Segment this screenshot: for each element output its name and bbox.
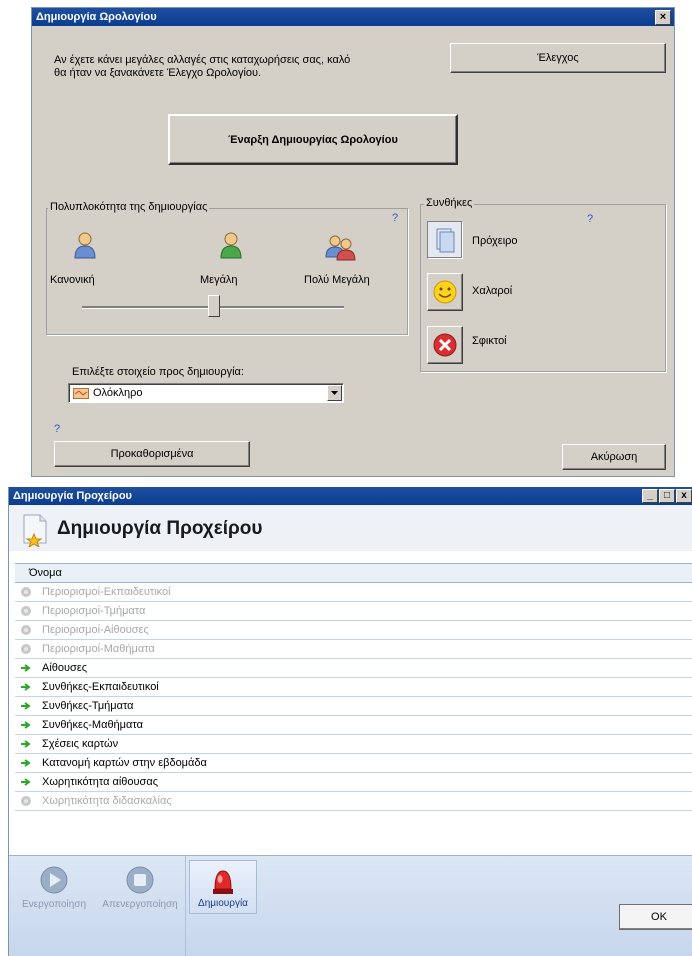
row-label: Συνθήκες-Τμήματα — [42, 700, 134, 712]
table-row[interactable]: Περιορισμοί-Τμήματα — [15, 602, 692, 621]
help-icon[interactable]: ? — [54, 423, 60, 435]
disabled-circle-icon — [21, 587, 31, 597]
select-element-label: Επιλέξτε στοιχείο προς δημιουργία: — [72, 366, 244, 378]
green-arrow-icon — [21, 740, 31, 748]
row-label: Κατανομή καρτών στην εβδομάδα — [42, 757, 207, 769]
ok-button[interactable]: OK — [619, 904, 692, 930]
element-select-value: Ολόκληρο — [93, 387, 143, 399]
smiley-icon — [433, 280, 457, 304]
create-label: Δημιουργία — [198, 898, 248, 909]
activate-label: Ενεργοποίηση — [21, 899, 87, 910]
row-label: Περιορισμοί-Εκπαιδευτικοί — [42, 586, 171, 598]
disabled-circle-icon — [21, 796, 31, 806]
window-controls: _ □ x — [642, 489, 692, 503]
complexity-normal-label: Κανονική — [50, 274, 95, 286]
row-label: Χωρητικότητα διδασκαλίας — [42, 795, 172, 807]
deactivate-label: Απενεργοποίηση — [102, 899, 178, 910]
schedule-creation-dialog: Δημιουργία Ωρολογίου × Αν έχετε κάνει με… — [31, 7, 675, 477]
green-arrow-icon — [21, 664, 31, 672]
green-arrow-icon — [21, 778, 31, 786]
steps-grid: Όνομα Περιορισμοί-Εκπαιδευτικοί Περιορισμ… — [15, 563, 692, 854]
disabled-circle-icon — [21, 606, 31, 616]
footer-toolbar: Ενεργοποίηση Απενεργοποίηση Δημιουργία O… — [9, 855, 692, 956]
table-row[interactable]: Αίθουσες — [15, 659, 692, 678]
info-text-line2: θα ήταν να ξανακάνετε Έλεγχο Ωρολογίου. — [54, 67, 262, 79]
complexity-large-label: Μεγάλη — [200, 274, 238, 286]
info-text-line1: Αν έχετε κάνει μεγάλες αλλαγές στις κατα… — [54, 54, 351, 66]
complexity-group-label: Πολυπλοκότητα της δημιουργίας — [48, 201, 210, 213]
strict-option-button[interactable] — [427, 326, 463, 364]
close-button[interactable]: x — [676, 489, 692, 503]
column-name-header[interactable]: Όνομα — [29, 564, 62, 582]
conditions-help-icon[interactable]: ? — [587, 213, 593, 225]
draft-option-button[interactable] — [427, 221, 463, 259]
new-document-icon — [23, 514, 47, 547]
conditions-group-label: Συνθήκες — [424, 197, 475, 209]
table-row[interactable]: Περιορισμοί-Εκπαιδευτικοί — [15, 583, 692, 602]
row-label: Αίθουσες — [42, 662, 88, 674]
row-label: Συνθήκες-Εκπαιδευτικοί — [42, 681, 159, 693]
user-large-icon[interactable] — [218, 231, 244, 259]
green-arrow-icon — [21, 721, 31, 729]
document-icon — [436, 228, 455, 253]
dialog-title: Δημιουργία Ωρολογίου — [32, 8, 674, 26]
grid-header: Όνομα — [15, 564, 692, 583]
header-area: Δημιουργία Προχείρου — [9, 505, 692, 551]
table-row[interactable]: Χωρητικότητα διδασκαλίας — [15, 792, 692, 811]
header-title: Δημιουργία Προχείρου — [57, 518, 263, 539]
window-title: Δημιουργία Προχείρου — [9, 487, 692, 505]
deactivate-button[interactable]: Απενεργοποίηση — [95, 864, 185, 910]
cancel-button[interactable]: Ακύρωση — [562, 444, 666, 470]
check-button[interactable]: Έλεγχος — [450, 43, 666, 73]
row-label: Σχέσεις καρτών — [42, 738, 119, 750]
complexity-slider-thumb[interactable] — [208, 295, 220, 317]
row-label: Περιορισμοί-Τμήματα — [42, 605, 146, 617]
table-row[interactable]: Περιορισμοί-Μαθήματα — [15, 640, 692, 659]
table-row[interactable]: Χωρητικότητα αίθουσας — [15, 773, 692, 792]
dropdown-arrow-button[interactable] — [327, 385, 342, 401]
table-row[interactable]: Κατανομή καρτών στην εβδομάδα — [15, 754, 692, 773]
minimize-button[interactable]: _ — [642, 489, 658, 503]
table-row[interactable]: Περιορισμοί-Αίθουσες — [15, 621, 692, 640]
complexity-help-icon[interactable]: ? — [392, 212, 398, 224]
row-label: Χωρητικότητα αίθουσας — [42, 776, 158, 788]
close-button[interactable]: × — [655, 10, 671, 25]
strict-option-label: Σφικτοί — [472, 335, 507, 347]
table-row[interactable]: Συνθήκες-Εκπαιδευτικοί — [15, 678, 692, 697]
user-normal-icon[interactable] — [72, 231, 98, 259]
green-arrow-icon — [21, 702, 31, 710]
green-arrow-icon — [21, 683, 31, 691]
create-button[interactable]: Δημιουργία — [189, 860, 257, 914]
row-label: Περιορισμοί-Μαθήματα — [42, 643, 155, 655]
loose-option-button[interactable] — [427, 273, 463, 311]
table-row[interactable]: Σχέσεις καρτών — [15, 735, 692, 754]
defaults-button[interactable]: Προκαθορισμένα — [54, 441, 250, 467]
disabled-circle-icon — [21, 625, 31, 635]
activate-button[interactable]: Ενεργοποίηση — [11, 864, 97, 910]
element-select[interactable]: Ολόκληρο — [68, 383, 344, 403]
draft-option-label: Πρόχειρο — [472, 235, 518, 247]
timetable-icon — [73, 388, 89, 399]
table-row[interactable]: Συνθήκες-Μαθήματα — [15, 716, 692, 735]
disabled-circle-icon — [21, 644, 31, 654]
row-label: Συνθήκες-Μαθήματα — [42, 719, 143, 731]
complexity-group — [46, 208, 408, 335]
draft-creation-window: Δημιουργία Προχείρου _ □ x Δημιουργία Πρ… — [8, 487, 692, 956]
maximize-button[interactable]: □ — [659, 489, 675, 503]
stop-icon — [126, 866, 154, 894]
start-creation-button[interactable]: Έναρξη Δημιουργίας Ωρολογίου — [168, 114, 458, 165]
loose-option-label: Χαλαροί — [472, 285, 513, 297]
green-arrow-icon — [21, 759, 31, 767]
table-row[interactable]: Συνθήκες-Τμήματα — [15, 697, 692, 716]
chevron-down-icon — [331, 391, 338, 395]
red-siren-icon — [213, 870, 233, 894]
row-label: Περιορισμοί-Αίθουσες — [42, 624, 149, 636]
play-icon — [40, 866, 68, 894]
user-very-large-icon[interactable] — [324, 233, 358, 261]
red-x-icon — [433, 333, 457, 357]
complexity-very-large-label: Πολύ Μεγάλη — [304, 274, 370, 286]
